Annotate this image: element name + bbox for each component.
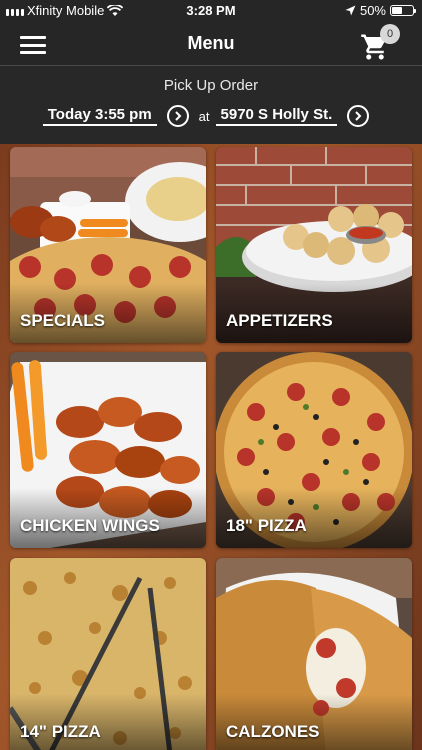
pickup-time-link[interactable]: Today 3:55 pm — [42, 106, 157, 126]
category-grid: SPECIALS APPETIZERS CHICKEN WINGS 18" PI… — [0, 144, 422, 750]
category-label: CHICKEN WINGS — [20, 516, 160, 535]
category-tile-18-pizza[interactable]: 18" PIZZA — [216, 352, 412, 548]
location-arrow-icon — [345, 5, 356, 16]
order-type-label: Pick Up Order — [163, 77, 259, 94]
battery-percent: 50% — [359, 3, 386, 18]
order-details: Today 3:55 pm at 5970 S Holly St. — [0, 105, 422, 127]
battery-icon — [390, 5, 416, 16]
change-time-chevron-icon[interactable] — [166, 105, 189, 127]
cart-button[interactable]: 0 — [360, 24, 400, 62]
cart-count-badge: 0 — [380, 24, 400, 44]
page-title: Menu — [187, 33, 235, 53]
status-bar: Xfinity Mobile 3:28 PM 50% — [0, 0, 422, 22]
category-tile-calzones[interactable]: CALZONES — [216, 558, 412, 750]
category-label: 18" PIZZA — [226, 516, 307, 535]
category-tile-14-pizza[interactable]: 14" PIZZA — [10, 558, 206, 750]
category-label: CALZONES — [226, 722, 320, 741]
change-location-chevron-icon[interactable] — [347, 105, 370, 127]
category-tile-appetizers[interactable]: APPETIZERS — [216, 147, 412, 343]
category-label: 14" PIZZA — [20, 722, 101, 741]
category-label: SPECIALS — [20, 311, 106, 330]
status-right: 50% — [345, 3, 416, 18]
category-label: APPETIZERS — [226, 311, 333, 330]
nav-bar: Menu 0 — [0, 22, 422, 66]
category-tile-specials[interactable]: SPECIALS — [10, 147, 206, 343]
location-link[interactable]: 5970 S Holly St. — [215, 106, 338, 126]
category-tile-chicken-wings[interactable]: CHICKEN WINGS — [10, 352, 206, 548]
order-bar: Pick Up Order Today 3:55 pm at 5970 S Ho… — [0, 66, 422, 144]
at-label: at — [198, 108, 210, 124]
